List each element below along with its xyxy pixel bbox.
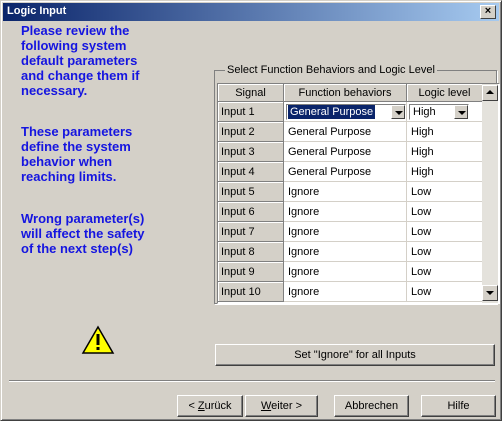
- help-button[interactable]: Hilfe: [421, 395, 496, 417]
- header-signal[interactable]: Signal: [218, 84, 284, 102]
- group-label: Select Function Behaviors and Logic Leve…: [225, 64, 437, 76]
- table-row[interactable]: Input 5 Ignore Low: [218, 182, 483, 202]
- logic-cell: High: [407, 102, 483, 122]
- scroll-down-button[interactable]: [482, 285, 498, 301]
- chevron-up-icon: [486, 90, 494, 94]
- function-cell[interactable]: Ignore: [284, 182, 407, 202]
- footer-divider: [9, 380, 495, 382]
- logic-cell[interactable]: High: [407, 142, 483, 162]
- signal-cell: Input 2: [218, 122, 284, 142]
- function-cell[interactable]: Ignore: [284, 262, 407, 282]
- window-title: Logic Input: [7, 5, 67, 17]
- title-bar[interactable]: Logic Input ×: [3, 3, 499, 21]
- table-row[interactable]: Input 6 Ignore Low: [218, 202, 483, 222]
- table-row[interactable]: Input 7 Ignore Low: [218, 222, 483, 242]
- function-cell[interactable]: Ignore: [284, 222, 407, 242]
- back-button-prefix: <: [188, 400, 198, 412]
- signal-cell: Input 8: [218, 242, 284, 262]
- logic-cell[interactable]: Low: [407, 242, 483, 262]
- review-note: Please review the following system defau…: [21, 23, 140, 98]
- chevron-down-icon: [395, 111, 403, 115]
- logic-combo-value: High: [413, 106, 436, 118]
- function-combo[interactable]: General Purpose: [286, 104, 406, 120]
- function-cell[interactable]: Ignore: [284, 242, 407, 262]
- function-cell: General Purpose: [284, 102, 407, 122]
- table-row[interactable]: Input 8 Ignore Low: [218, 242, 483, 262]
- next-button[interactable]: Weiter >: [245, 395, 318, 417]
- back-button-rest: urück: [204, 400, 232, 412]
- table-row[interactable]: Input 1 General Purpose High: [218, 102, 483, 122]
- function-cell[interactable]: Ignore: [284, 202, 407, 222]
- table-row[interactable]: Input 4 General Purpose High: [218, 162, 483, 182]
- header-logic[interactable]: Logic level: [407, 84, 483, 102]
- close-icon: ×: [484, 5, 492, 17]
- table-row[interactable]: Input 9 Ignore Low: [218, 262, 483, 282]
- signal-cell: Input 7: [218, 222, 284, 242]
- signal-cell: Input 6: [218, 202, 284, 222]
- logic-cell[interactable]: High: [407, 122, 483, 142]
- logic-cell[interactable]: Low: [407, 202, 483, 222]
- vertical-scrollbar[interactable]: [482, 84, 498, 303]
- warning-icon: [81, 325, 115, 354]
- set-ignore-all-button[interactable]: Set "Ignore" for all Inputs: [215, 344, 495, 366]
- signal-cell: Input 5: [218, 182, 284, 202]
- function-combo-value: General Purpose: [288, 105, 376, 119]
- signal-cell: Input 1: [218, 102, 284, 122]
- table-row[interactable]: Input 2 General Purpose High: [218, 122, 483, 142]
- table-row[interactable]: Input 3 General Purpose High: [218, 142, 483, 162]
- next-button-rest: eiter >: [271, 400, 303, 412]
- chevron-down-icon: [486, 291, 494, 295]
- logic-cell[interactable]: Low: [407, 282, 483, 302]
- function-combo-dropdown-button[interactable]: [391, 105, 405, 119]
- close-button[interactable]: ×: [480, 5, 496, 19]
- function-cell[interactable]: General Purpose: [284, 162, 407, 182]
- logic-cell[interactable]: High: [407, 162, 483, 182]
- logic-cell[interactable]: Low: [407, 182, 483, 202]
- define-note: These parameters define the system behav…: [21, 124, 133, 184]
- back-button-mnemonic: Z: [197, 400, 205, 412]
- logic-input-dialog: Logic Input × Please review the followin…: [0, 0, 502, 421]
- function-cell[interactable]: Ignore: [284, 282, 407, 302]
- cancel-button[interactable]: Abbrechen: [334, 395, 409, 417]
- wrong-note: Wrong parameter(s) will affect the safet…: [21, 211, 145, 256]
- next-button-mnemonic: W: [260, 400, 272, 412]
- table-row[interactable]: Input 10 Ignore Low: [218, 282, 483, 302]
- signal-cell: Input 4: [218, 162, 284, 182]
- logic-combo[interactable]: High: [409, 104, 469, 120]
- signal-cell: Input 9: [218, 262, 284, 282]
- signal-cell: Input 3: [218, 142, 284, 162]
- logic-cell[interactable]: Low: [407, 222, 483, 242]
- signal-cell: Input 10: [218, 282, 284, 302]
- back-button[interactable]: < Zurück: [177, 395, 243, 417]
- function-cell[interactable]: General Purpose: [284, 142, 407, 162]
- header-function[interactable]: Function behaviors: [284, 84, 407, 102]
- scroll-up-button[interactable]: [482, 85, 498, 101]
- chevron-down-icon: [458, 111, 466, 115]
- function-cell[interactable]: General Purpose: [284, 122, 407, 142]
- logic-cell[interactable]: Low: [407, 262, 483, 282]
- logic-input-grid[interactable]: Signal Function behaviors Logic level In…: [217, 83, 500, 304]
- logic-combo-dropdown-button[interactable]: [454, 105, 468, 119]
